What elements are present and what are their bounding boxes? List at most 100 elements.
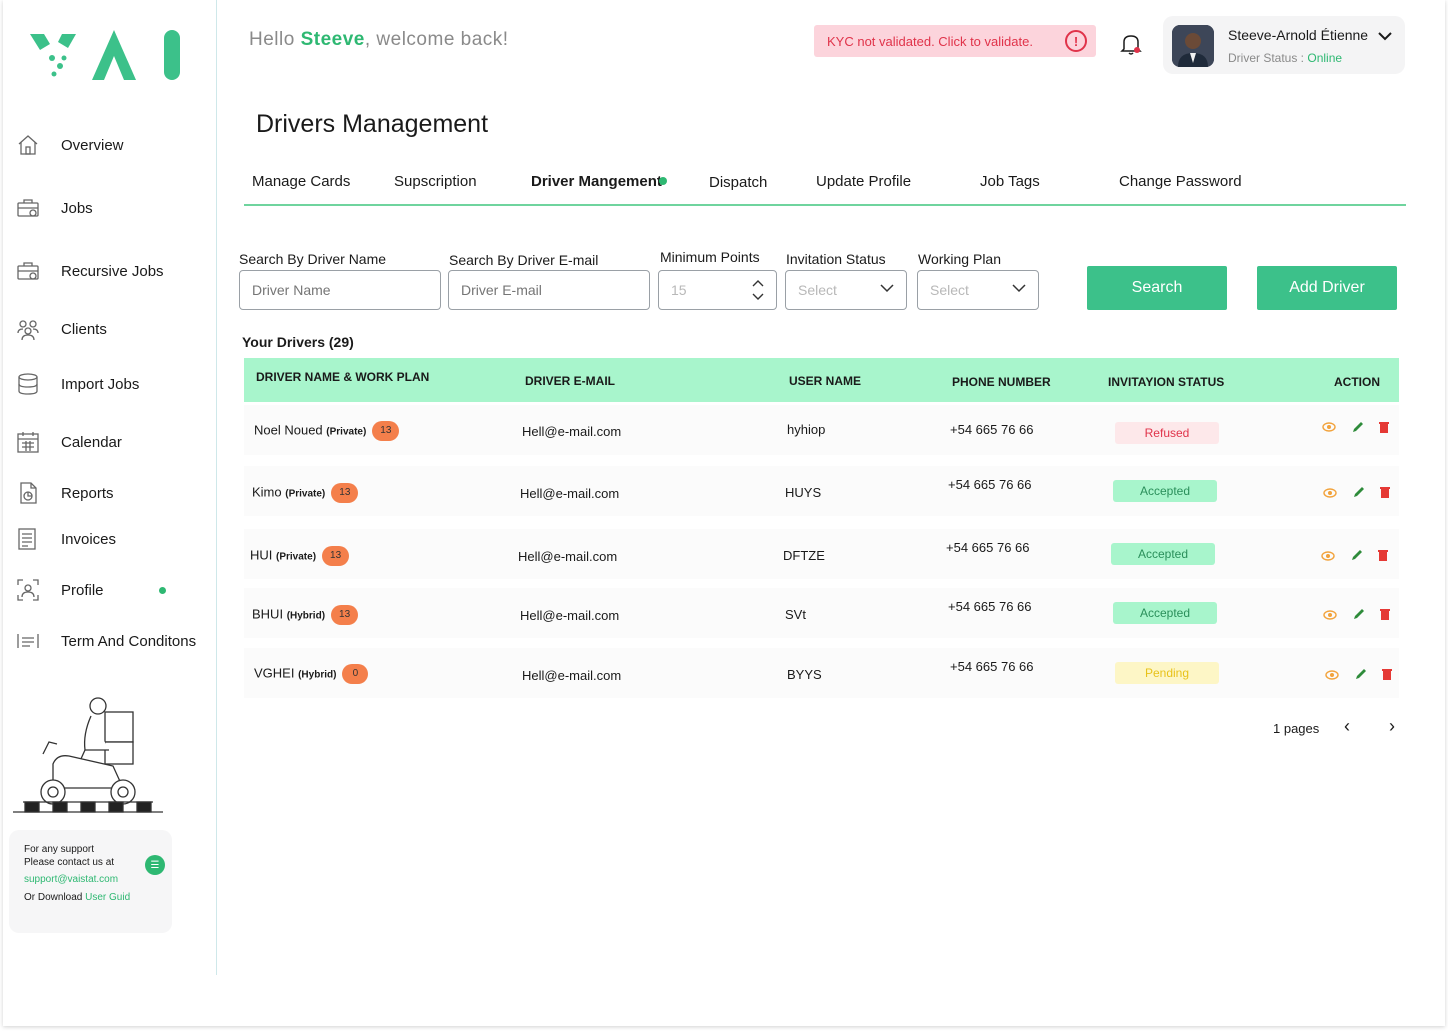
view-icon[interactable] <box>1323 486 1337 500</box>
tab-driver-management[interactable]: Driver Mangement <box>531 173 662 190</box>
chevron-down-icon[interactable] <box>1377 28 1393 44</box>
table-row[interactable]: Kimo (Private) 13 Hell@e-mail.com HUYS +5… <box>244 466 1399 516</box>
status-badge: Refused <box>1115 422 1219 444</box>
recurring-briefcase-icon <box>15 258 41 284</box>
min-points-stepper[interactable]: 15 <box>658 270 777 310</box>
work-plan: (Private) <box>276 551 317 563</box>
phone-cell: +54 665 76 66 <box>948 477 1032 492</box>
user-profile-menu[interactable]: Steeve-Arnold Étienne Driver Status : On… <box>1163 16 1405 74</box>
profile-icon <box>15 577 41 603</box>
stepper-arrows-icon[interactable] <box>752 279 764 301</box>
phone-cell: +54 665 76 66 <box>950 422 1034 437</box>
driver-status-label: Driver Status : <box>1228 51 1308 65</box>
sidebar: Overview Jobs Recursive Jobs Clients Imp… <box>3 0 217 975</box>
driver-name: HUI <box>250 547 273 563</box>
table-row[interactable]: VGHEI (Hybrid) 0 Hell@e-mail.com BYYS +54… <box>244 648 1399 698</box>
edit-icon[interactable] <box>1352 485 1366 499</box>
search-button[interactable]: Search <box>1087 266 1227 310</box>
delivery-scooter-illustration <box>13 697 163 813</box>
edit-icon[interactable] <box>1354 667 1368 681</box>
sidebar-item-calendar[interactable]: Calendar <box>15 427 122 457</box>
briefcase-icon <box>15 195 41 221</box>
edit-icon[interactable] <box>1351 420 1365 434</box>
database-icon <box>15 371 41 397</box>
points-badge: 13 <box>331 605 359 625</box>
view-icon[interactable] <box>1322 420 1336 434</box>
edit-icon[interactable] <box>1350 548 1364 562</box>
tab-dispatch[interactable]: Dispatch <box>709 174 767 191</box>
driver-name-cell: HUI (Private) 13 <box>250 546 350 566</box>
driver-name-cell: VGHEI (Hybrid) 0 <box>254 664 369 684</box>
sidebar-item-import-jobs[interactable]: Import Jobs <box>15 369 139 399</box>
username-cell: DFTZE <box>783 548 825 563</box>
support-card: For any support Please contact us at sup… <box>9 830 172 933</box>
username-cell: HUYS <box>785 485 822 500</box>
phone-cell: +54 665 76 66 <box>950 659 1034 674</box>
delete-icon[interactable] <box>1378 485 1392 499</box>
tab-update-profile[interactable]: Update Profile <box>816 173 911 190</box>
greeting-username: Steeve <box>300 29 365 50</box>
view-icon[interactable] <box>1325 668 1339 682</box>
next-page-button[interactable]: › <box>1389 716 1395 737</box>
driver-status: Driver Status : Online <box>1228 51 1342 65</box>
work-plan: (Private) <box>326 426 367 438</box>
phone-cell: +54 665 76 66 <box>948 599 1032 614</box>
delete-icon[interactable] <box>1378 607 1392 621</box>
user-guide-link[interactable]: User Guid <box>85 892 130 903</box>
tab-subscription[interactable]: Supscription <box>394 173 477 190</box>
driver-name: VGHEI <box>254 665 295 681</box>
delete-icon[interactable] <box>1380 667 1394 681</box>
driver-email-cell: Hell@e-mail.com <box>522 668 622 683</box>
tab-job-tags[interactable]: Job Tags <box>980 173 1040 190</box>
sidebar-item-profile[interactable]: Profile <box>15 575 104 605</box>
table-row[interactable]: Noel Noued (Private) 13 Hell@e-mail.com h… <box>244 405 1399 455</box>
view-icon[interactable] <box>1321 549 1335 563</box>
table-row[interactable]: BHUI (Hybrid) 13 Hell@e-mail.com SVt +54 … <box>244 588 1399 638</box>
tab-manage-cards[interactable]: Manage Cards <box>252 173 350 190</box>
driver-name-input[interactable] <box>239 270 441 310</box>
active-tab-dot <box>659 177 667 185</box>
sidebar-item-jobs[interactable]: Jobs <box>15 193 93 223</box>
delete-icon[interactable] <box>1377 420 1391 434</box>
sidebar-item-terms[interactable]: Term And Conditons <box>15 626 196 656</box>
sidebar-item-overview[interactable]: Overview <box>15 130 124 160</box>
chat-icon[interactable]: ☰ <box>145 855 165 875</box>
driver-name-cell: BHUI (Hybrid) 13 <box>252 605 359 625</box>
status-badge: Accepted <box>1111 543 1215 565</box>
invitation-status-select[interactable]: Select <box>785 270 907 310</box>
invoice-icon <box>15 526 41 552</box>
delete-icon[interactable] <box>1376 548 1390 562</box>
invitation-status-label: Invitation Status <box>786 251 886 267</box>
sidebar-item-recursive-jobs[interactable]: Recursive Jobs <box>15 256 164 286</box>
edit-icon[interactable] <box>1352 607 1366 621</box>
support-line-1: For any support <box>24 844 95 855</box>
sidebar-item-reports[interactable]: Reports <box>15 478 114 508</box>
driver-name: Kimo <box>252 484 282 500</box>
kyc-warning-banner[interactable]: KYC not validated. Click to validate. ! <box>814 25 1096 57</box>
invitation-status-value: Select <box>798 282 837 298</box>
sidebar-item-invoices[interactable]: Invoices <box>15 524 116 554</box>
min-points-value: 15 <box>671 282 687 298</box>
prev-page-button[interactable]: ‹ <box>1344 716 1350 737</box>
tab-change-password[interactable]: Change Password <box>1119 173 1242 190</box>
pagination-info: 1 pages <box>1273 721 1320 736</box>
driver-email-input[interactable] <box>448 270 650 310</box>
support-email-link[interactable]: support@vaistat.com <box>24 873 172 886</box>
tab-bar: Manage Cards Supscription Driver Mangeme… <box>244 160 1406 206</box>
greeting-prefix: Hello <box>249 29 301 50</box>
welcome-message: Hello Steeve, welcome back! <box>249 29 509 51</box>
bell-icon[interactable] <box>1120 32 1142 56</box>
sidebar-item-clients[interactable]: Clients <box>15 314 107 344</box>
table-row[interactable]: HUI (Private) 13 Hell@e-mail.com DFTZE +5… <box>244 529 1399 579</box>
driver-email-cell: Hell@e-mail.com <box>520 608 620 623</box>
work-plan: (Hybrid) <box>298 669 337 681</box>
kyc-warning-text: KYC not validated. Click to validate. <box>827 33 1033 49</box>
view-icon[interactable] <box>1323 608 1337 622</box>
driver-name-cell: Kimo (Private) 13 <box>252 483 359 503</box>
greeting-suffix: , welcome back! <box>364 29 509 50</box>
working-plan-select[interactable]: Select <box>917 270 1039 310</box>
add-driver-button[interactable]: Add Driver <box>1257 266 1397 310</box>
table-header: DRIVER NAME & WORK PLAN DRIVER E-MAIL US… <box>244 358 1399 402</box>
profile-name: Steeve-Arnold Étienne <box>1228 27 1369 43</box>
col-driver-email: DRIVER E-MAIL <box>525 374 615 388</box>
